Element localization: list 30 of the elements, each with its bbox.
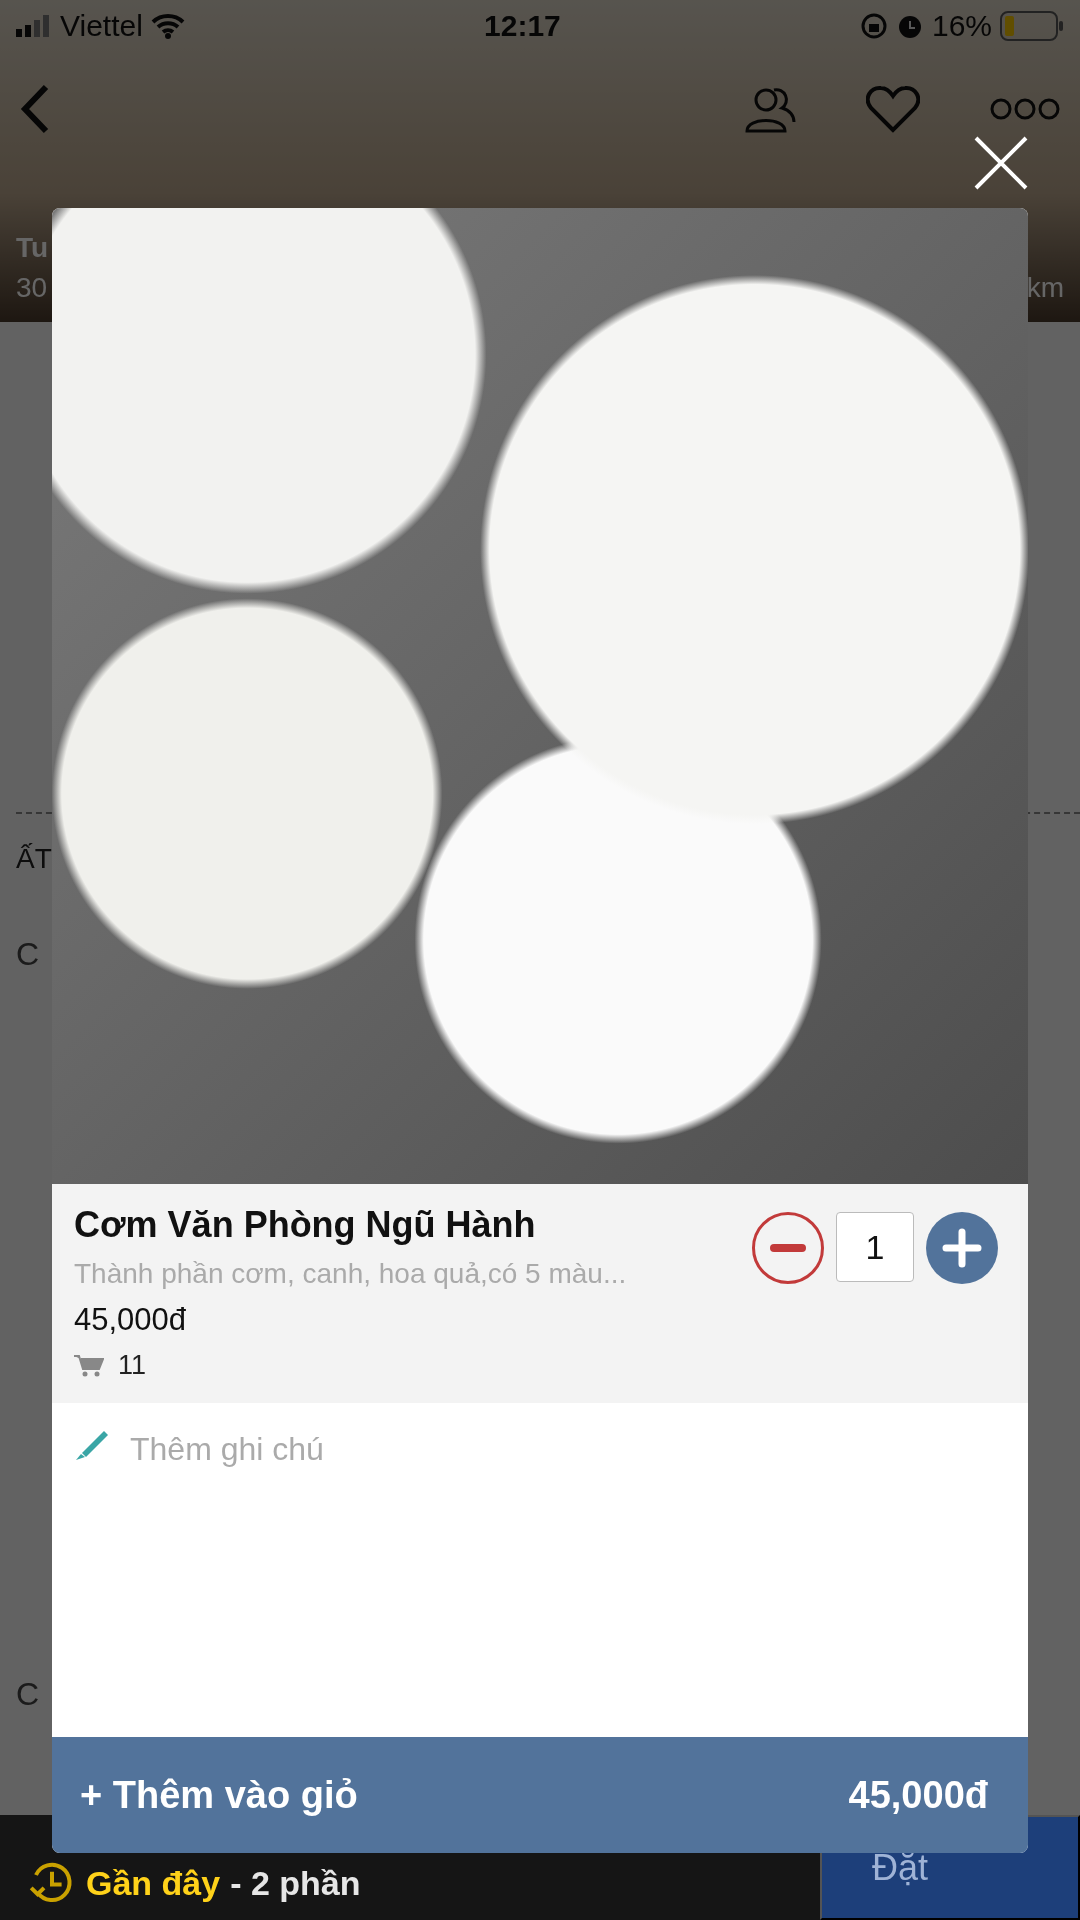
restaurant-name: Tu [16,232,49,264]
back-icon[interactable] [20,84,50,134]
restaurant-info: 30 [16,272,49,304]
clock-time: 12:17 [484,9,561,43]
battery-percent: 16% [931,9,992,43]
total-price: 45,000đ [848,1773,988,1817]
carrier-name: Viettel [60,9,143,43]
wifi-icon [150,13,185,39]
recent-label[interactable]: Gần đây [86,1863,221,1903]
close-icon[interactable] [972,134,1030,192]
minus-icon [770,1244,806,1252]
signal-icon [16,15,52,37]
battery-icon [1000,11,1064,41]
recent-count: - 2 phần [230,1863,361,1903]
category-label: C [16,1674,41,1714]
note-field[interactable]: Thêm ghi chú [130,1427,1006,1495]
dish-description: Thành phần cơm, canh, hoa quả,có 5 màu... [74,1258,628,1290]
add-to-cart-button[interactable]: + Thêm vào giỏ 45,000đ [52,1737,1028,1853]
dish-price: 45,000đ [74,1302,188,1338]
more-icon[interactable] [990,97,1060,121]
add-to-cart-label: + Thêm vào giỏ [80,1773,358,1817]
plus-icon [942,1228,982,1268]
heart-icon[interactable] [866,85,920,133]
sold-count: 11 [118,1350,147,1381]
decrease-button[interactable] [752,1212,824,1284]
dish-name: Cơm Văn Phòng Ngũ Hành [74,1204,537,1246]
cart-icon [74,1353,104,1378]
quantity-field[interactable]: 1 [836,1212,914,1282]
distance-unit: km [1026,272,1064,304]
category-label: C [16,934,41,974]
